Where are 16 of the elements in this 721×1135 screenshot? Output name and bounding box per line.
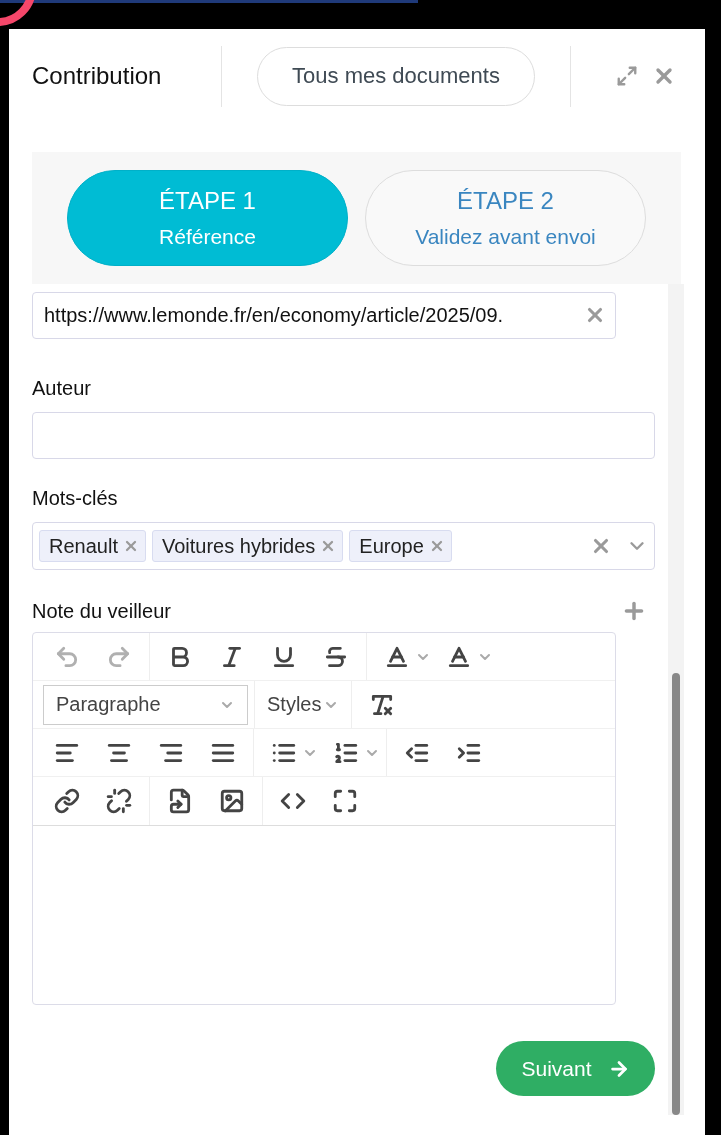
url-field[interactable]: https://www.lemonde.fr/en/economy/article/2025/09.	[32, 292, 616, 339]
field-label: Auteur	[32, 377, 92, 400]
field-label: Mots-clés	[32, 487, 119, 510]
field-label: Note du veilleur	[32, 599, 171, 623]
documents-button[interactable]: Tous mes documents	[257, 46, 535, 106]
panel-title: Contribution	[32, 62, 163, 90]
scrollbar-thumb[interactable]	[672, 673, 680, 1115]
styles-menu[interactable]: Styles	[261, 693, 346, 716]
author-input[interactable]	[32, 412, 655, 459]
keyword-tag: Voitures hybrides	[151, 530, 344, 562]
step-tab[interactable]: ÉTAPE 2 Validez avant envoi	[365, 170, 646, 266]
expand-icon[interactable]	[616, 65, 638, 87]
keywords-field[interactable]: Renault Voitures hybrides Europe	[32, 522, 655, 570]
format-select[interactable]: Paragraphe	[43, 684, 248, 725]
keyword-tag: Europe	[349, 530, 452, 562]
keyword-tag: Renault	[39, 530, 146, 562]
